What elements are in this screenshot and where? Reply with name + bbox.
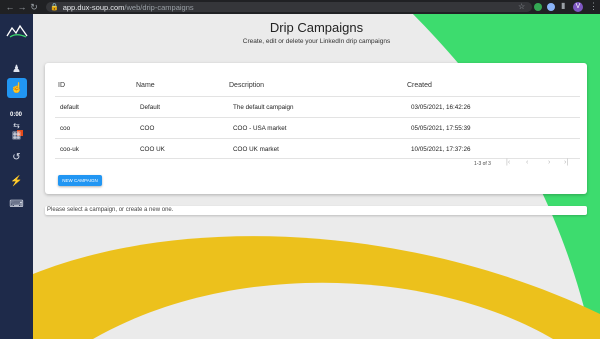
last-page-icon[interactable]: ›| — [564, 159, 568, 166]
address-bar[interactable]: 🔒 app.dux-soup.com/web/drip-campaigns — [46, 2, 532, 12]
cell-id: coo-uk — [60, 146, 79, 153]
new-campaign-button[interactable]: NEW CAMPAIGN — [58, 175, 102, 186]
column-header-description[interactable]: Description — [229, 82, 264, 89]
column-header-created[interactable]: Created — [407, 82, 432, 89]
sidebar: ♟ ☝ 0:00 ⇆ ▦ ↺ ⚡ ⌨ — [0, 14, 33, 339]
table-icon[interactable]: ▦ — [0, 126, 33, 144]
first-page-icon[interactable]: |‹ — [506, 159, 510, 166]
table-row[interactable]: coo-uk COO UK COO UK market 10/05/2021, … — [55, 138, 580, 159]
cell-name: COO UK — [140, 146, 165, 153]
url-host: app.dux-soup.com — [62, 2, 125, 12]
status-message: Please select a campaign, or create a ne… — [45, 206, 587, 215]
pagination-range: 1-3 of 3 — [474, 161, 491, 167]
bookmark-star-icon[interactable]: ☆ — [518, 2, 525, 11]
column-header-name[interactable]: Name — [136, 82, 155, 89]
next-page-icon[interactable]: › — [548, 159, 550, 166]
cell-description: COO UK market — [233, 146, 279, 153]
forward-icon[interactable]: → — [16, 0, 28, 14]
cell-id: coo — [60, 125, 71, 132]
plug-icon[interactable]: ⚡ — [0, 172, 33, 190]
page-title: Drip Campaigns — [269, 20, 364, 35]
cell-description: COO - USA market — [233, 125, 287, 132]
lock-icon: 🔒 — [50, 4, 59, 11]
hand-pointer-icon[interactable]: ☝ — [7, 78, 27, 98]
dux-soup-logo — [6, 24, 28, 38]
history-icon[interactable]: ↺ — [0, 148, 33, 166]
url-path: /web/drip-campaigns — [124, 2, 194, 12]
browser-toolbar: ← → ↻ 🔒 app.dux-soup.com/web/drip-campai… — [0, 0, 600, 14]
extension-icon[interactable] — [534, 3, 542, 11]
cell-id: default — [60, 104, 79, 111]
back-icon[interactable]: ← — [4, 0, 16, 14]
cell-created: 10/05/2021, 17:37:26 — [411, 146, 471, 153]
extension-icon[interactable] — [547, 3, 555, 11]
more-menu-icon[interactable]: ⋮ — [589, 1, 598, 12]
page-subtitle: Create, edit or delete your LinkedIn dri… — [242, 38, 391, 45]
reload-icon[interactable]: ↻ — [28, 0, 40, 14]
cell-name: COO — [140, 125, 155, 132]
column-header-id[interactable]: ID — [58, 82, 65, 89]
profile-avatar[interactable]: V — [573, 2, 583, 12]
user-icon[interactable]: ♟ — [0, 60, 33, 78]
cell-name: Default — [140, 104, 160, 111]
cell-created: 05/05/2021, 17:55:39 — [411, 125, 471, 132]
puzzle-icon[interactable]: ▮ — [561, 1, 565, 10]
table-row[interactable]: coo COO COO - USA market 05/05/2021, 17:… — [55, 117, 580, 138]
keyboard-icon[interactable]: ⌨ — [0, 195, 33, 213]
table-row[interactable]: default Default The default campaign 03/… — [55, 96, 580, 117]
cell-created: 03/05/2021, 16:42:26 — [411, 104, 471, 111]
campaign-table-card: ID Name Description Created default Defa… — [45, 63, 587, 194]
previous-page-icon[interactable]: ‹ — [526, 159, 528, 166]
cell-description: The default campaign — [233, 104, 294, 111]
